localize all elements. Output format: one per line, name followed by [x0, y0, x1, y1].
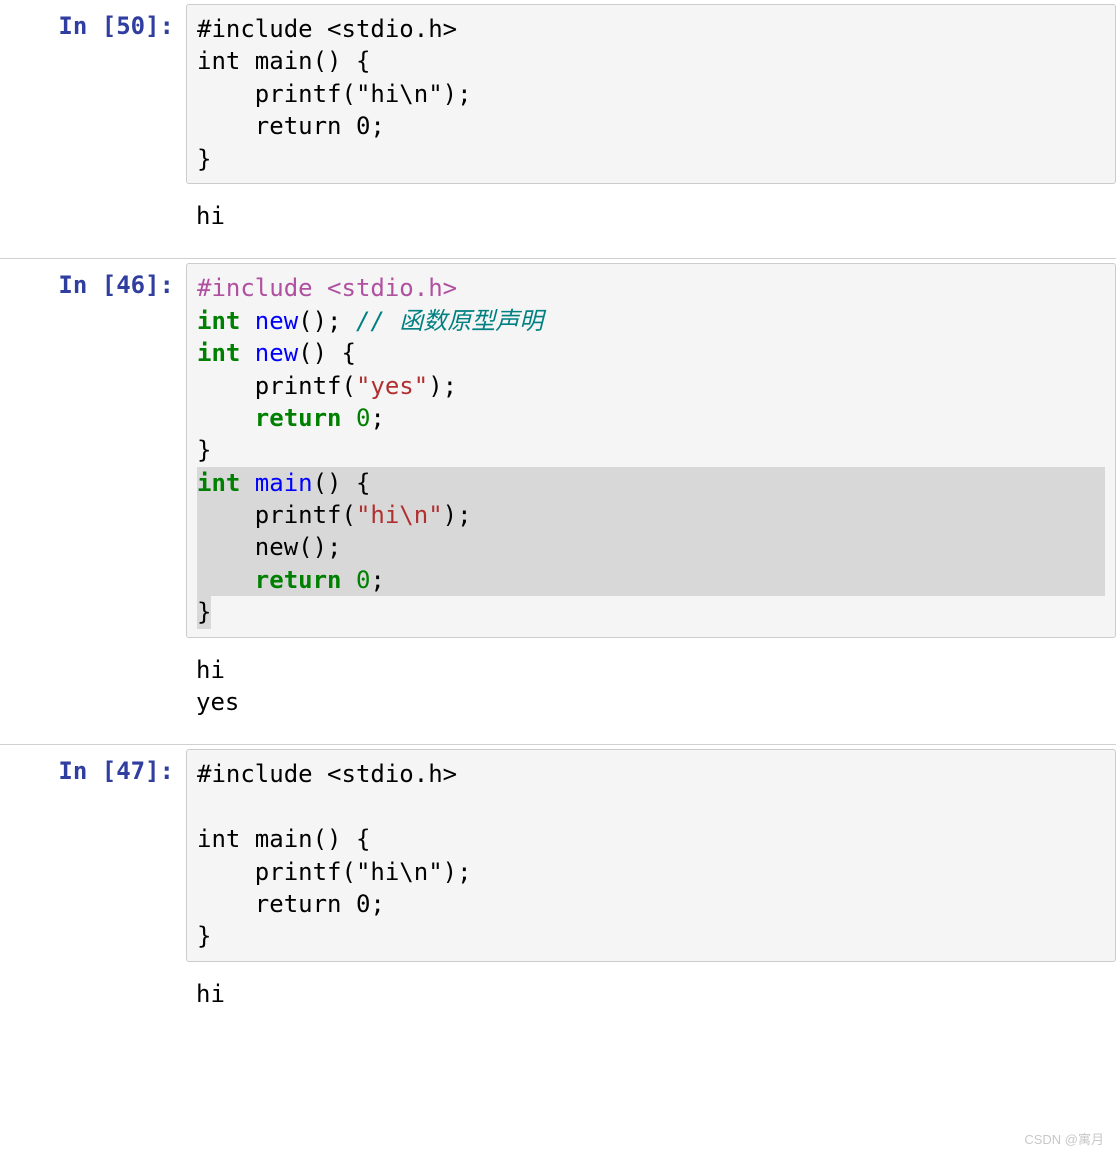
output-prompt-area [0, 192, 186, 242]
input-prompt: In [50]: [58, 12, 174, 40]
cell-1: In [50]: #include <stdio.h> int main() {… [0, 0, 1116, 258]
input-prompt: In [47]: [58, 757, 174, 785]
output-area-container: hi [186, 192, 1116, 242]
code-line: #include <stdio.h> [197, 272, 1105, 304]
output-area-container: hi yes [186, 646, 1116, 729]
output-area-container: hi [186, 970, 1116, 1020]
output-prompt-area [0, 646, 186, 729]
input-area[interactable]: #include <stdio.h> int main() { printf("… [186, 749, 1116, 961]
prompt-area: In [50]: [0, 4, 186, 184]
code-line: return 0; [197, 110, 1105, 142]
code-line: } [197, 143, 1105, 175]
code-line: printf("hi\n"); [197, 499, 1105, 531]
output-text: hi [186, 970, 1116, 1020]
code-line: } [197, 920, 1105, 952]
output-text: hi yes [186, 646, 1116, 729]
code-line: new(); [197, 531, 1105, 563]
prompt-area: In [46]: [0, 263, 186, 637]
code-line: int main() { [197, 467, 1105, 499]
output-prompt-area [0, 970, 186, 1020]
watermark: CSDN @寓月 [1024, 1129, 1104, 1148]
code-line: printf("hi\n"); [197, 78, 1105, 110]
cell-1-input-row: In [50]: #include <stdio.h> int main() {… [0, 0, 1116, 188]
code-line: printf("hi\n"); [197, 856, 1105, 888]
output-text: hi [186, 192, 1116, 242]
cell-2: In [46]: #include <stdio.h> int new(); /… [0, 259, 1116, 744]
code-line: int main() { [197, 45, 1105, 77]
code-input[interactable]: #include <stdio.h> int new(); // 函数原型声明 … [186, 263, 1116, 637]
code-line: int main() { [197, 823, 1105, 855]
cell-1-output-row: hi [0, 188, 1116, 246]
code-line: return 0; [197, 888, 1105, 920]
code-line: printf("yes"); [197, 370, 1105, 402]
code-line: #include <stdio.h> [197, 758, 1105, 790]
prompt-area: In [47]: [0, 749, 186, 961]
cell-3: In [47]: #include <stdio.h> int main() {… [0, 745, 1116, 1036]
cell-3-input-row: In [47]: #include <stdio.h> int main() {… [0, 745, 1116, 965]
code-line [197, 791, 1105, 823]
input-prompt: In [46]: [58, 271, 174, 299]
code-input[interactable]: #include <stdio.h> int main() { printf("… [186, 4, 1116, 184]
input-area[interactable]: #include <stdio.h> int new(); // 函数原型声明 … [186, 263, 1116, 637]
cell-3-output-row: hi [0, 966, 1116, 1024]
cell-2-output-row: hi yes [0, 642, 1116, 733]
code-line: int new(); // 函数原型声明 [197, 305, 1105, 337]
code-line: return 0; [197, 564, 1105, 596]
code-line: int new() { [197, 337, 1105, 369]
code-line: } [197, 434, 1105, 466]
code-input[interactable]: #include <stdio.h> int main() { printf("… [186, 749, 1116, 961]
code-line: return 0; [197, 402, 1105, 434]
cell-2-input-row: In [46]: #include <stdio.h> int new(); /… [0, 259, 1116, 641]
code-line: #include <stdio.h> [197, 13, 1105, 45]
code-line: } [197, 596, 1105, 628]
input-area[interactable]: #include <stdio.h> int main() { printf("… [186, 4, 1116, 184]
